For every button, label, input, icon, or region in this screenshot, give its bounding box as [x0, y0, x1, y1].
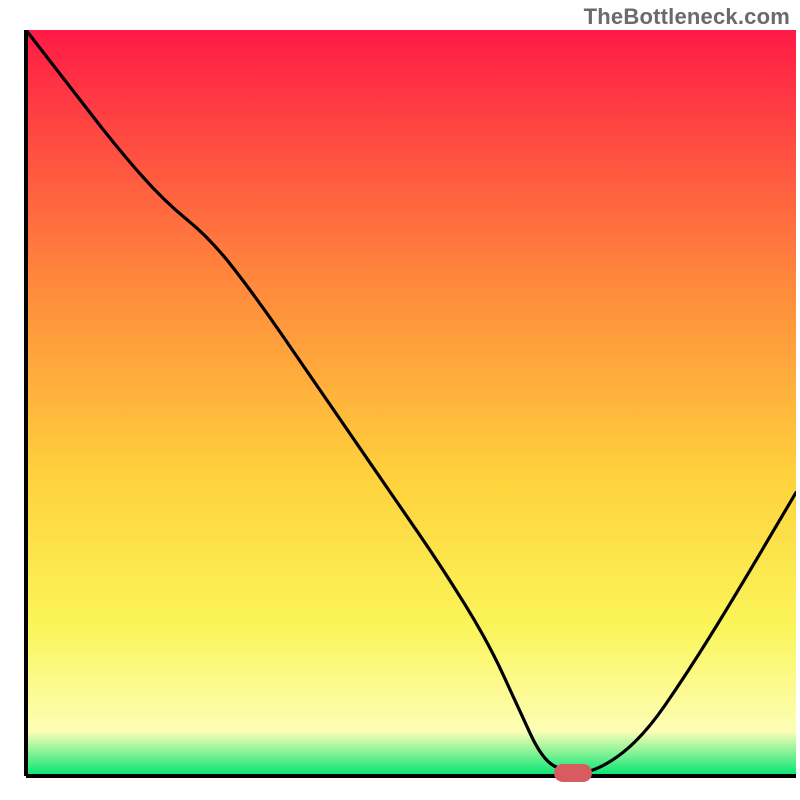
- highlight-marker: [554, 764, 592, 782]
- gradient-background: [26, 30, 796, 776]
- bottleneck-chart: [0, 0, 800, 800]
- watermark-text: TheBottleneck.com: [584, 4, 790, 30]
- chart-container: TheBottleneck.com: [0, 0, 800, 800]
